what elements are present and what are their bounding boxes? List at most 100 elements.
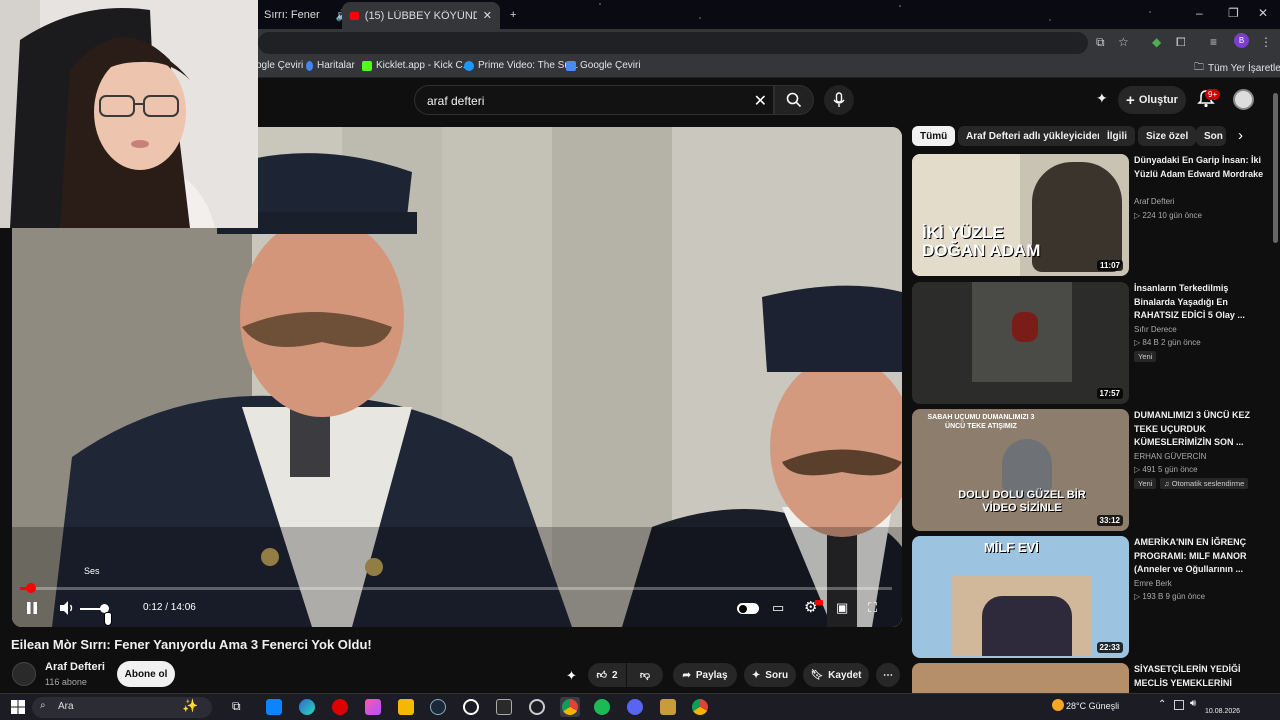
extension-icon[interactable]: ◆ [1152, 35, 1161, 49]
rec-thumbnail[interactable]: SABAH UÇUMU DUMANLIMIZI 3 ÜNCÜ TEKE ATIŞ… [912, 409, 1129, 531]
chevron-right-icon[interactable]: › [1238, 127, 1243, 144]
scrollbar-thumb[interactable] [1273, 93, 1278, 243]
channel-name[interactable]: Araf Defteri [45, 661, 105, 673]
fullscreen-icon[interactable]: ⛶ [868, 600, 877, 616]
map-pin-icon [306, 60, 313, 71]
chip-from-uploader[interactable]: Araf Defteri adlı yükleyiciden [958, 126, 1112, 146]
chrome-icon[interactable] [692, 699, 708, 715]
rec-thumbnail[interactable]: İKİ YÜZLE DOĞAN ADAM 11:07 [912, 154, 1129, 276]
rec-title[interactable]: AMERİKA'NIN EN İĞRENÇ PROGRAMI: MILF MAN… [1134, 536, 1264, 577]
all-bookmarks[interactable]: 🗀 Tüm Yer İşaretleri [1194, 60, 1280, 77]
chip-all[interactable]: Tümü [912, 126, 956, 146]
install-icon[interactable]: ⧉ [1096, 35, 1105, 50]
theater-mode-icon[interactable]: ▣ [836, 600, 848, 616]
dislike-button[interactable]: 👎︎ [627, 663, 663, 687]
steam-icon[interactable] [430, 699, 446, 715]
obs-icon[interactable] [463, 699, 479, 715]
plus-icon: + [510, 9, 517, 21]
edge-icon[interactable] [299, 699, 315, 715]
time-display: 0:12 / 14:06 [143, 602, 196, 613]
search-button[interactable] [774, 85, 814, 115]
opera-icon[interactable] [332, 699, 348, 715]
chip-related[interactable]: İlgili [1099, 126, 1135, 146]
pause-icon[interactable] [24, 600, 40, 616]
sparkle-icon[interactable]: ✦ [1096, 90, 1108, 107]
tray-chevron-icon[interactable]: ⌃ [1158, 699, 1166, 710]
ask-button[interactable]: ✦ Soru [744, 663, 796, 687]
windows-start-icon[interactable] [10, 699, 26, 715]
video-duration: 17:57 [1096, 388, 1123, 399]
new-tab-button[interactable]: + [502, 4, 524, 26]
bookmark-item[interactable]: Google Çeviri [566, 60, 641, 71]
tray-app-icon[interactable] [1174, 700, 1184, 710]
speaker-icon[interactable]: 🔊︎ [1190, 698, 1196, 709]
rec-title[interactable]: İnsanların Terkedilmiş Binalarda Yaşadığ… [1134, 282, 1264, 323]
bookmark-item[interactable]: Prime Video: The Su... [464, 60, 578, 71]
prime-video-icon [464, 60, 474, 71]
rec-channel[interactable]: ERHAN GÜVERCİN [1134, 452, 1206, 461]
folder-icon[interactable] [398, 699, 414, 715]
spotify-icon[interactable] [594, 699, 610, 715]
kick-icon [362, 60, 372, 71]
store-icon[interactable] [496, 699, 512, 715]
chip-recent[interactable]: Son [1196, 126, 1226, 146]
search-input[interactable]: araf defteri ✕ [414, 85, 774, 115]
rec-thumbnail[interactable]: MİLF EVİ 22:33 [912, 536, 1129, 658]
page-scrollbar[interactable] [1271, 79, 1280, 693]
more-actions-button[interactable]: ⋯ [876, 663, 900, 687]
sparkle-icon[interactable]: ✦ [566, 668, 577, 684]
account-avatar[interactable] [1233, 89, 1254, 110]
autoplay-toggle[interactable] [737, 603, 759, 614]
subtitles-icon[interactable]: ▭ [772, 600, 784, 616]
bookmark-item[interactable]: ogle Çeviri [256, 60, 303, 71]
address-bar[interactable] [258, 32, 1088, 54]
save-button[interactable]: 🔖︎ Kaydet [803, 663, 869, 687]
bookmark-item[interactable]: Kicklet.app - Kick C... [362, 60, 471, 71]
menu-icon[interactable]: ⋮ [1260, 35, 1272, 49]
share-button[interactable]: ➦ Paylaş [673, 663, 737, 687]
subscribe-button[interactable]: Abone ol [117, 661, 175, 687]
app-icon[interactable] [266, 699, 282, 715]
minimize-icon[interactable]: – [1196, 6, 1203, 20]
rec-thumbnail[interactable] [912, 663, 1129, 693]
rec-channel[interactable]: Emre Berk [1134, 579, 1172, 588]
close-window-icon[interactable]: ✕ [1258, 6, 1268, 20]
taskbar-search[interactable]: ⌕ Ara ✨ [32, 697, 212, 718]
chrome-icon[interactable] [562, 699, 578, 715]
channel-avatar[interactable] [12, 662, 36, 686]
rec-title[interactable]: SİYASETÇİLERİN YEDİĞİ MECLİS YEMEKLERİNİ [1134, 663, 1264, 693]
discord-icon[interactable] [627, 699, 643, 715]
media-icon[interactable]: ≡ [1210, 35, 1217, 49]
star-icon[interactable]: ☆ [1118, 35, 1129, 49]
league-icon[interactable] [660, 699, 676, 715]
bookmark-item[interactable]: Haritalar [306, 60, 355, 71]
app-icon[interactable] [529, 699, 545, 715]
rec-title[interactable]: Dünyadaki En Garip İnsan: İki Yüzlü Adam… [1134, 154, 1264, 181]
progress-scrubber[interactable] [26, 583, 36, 593]
like-button[interactable]: 👍︎ 2 [588, 663, 626, 687]
clear-search-icon[interactable]: ✕ [754, 91, 767, 111]
profile-avatar[interactable]: B [1234, 33, 1249, 48]
chip-for-you[interactable]: Size özel [1138, 126, 1197, 146]
rec-channel[interactable]: Araf Defteri [1134, 197, 1174, 206]
hd-badge-icon [815, 600, 823, 605]
rec-thumb-text: İKİ YÜZLE DOĞAN ADAM [922, 223, 1041, 260]
voice-search-button[interactable] [824, 85, 854, 115]
auto-dubbed-badge: ♫ Otomatik seslendirme [1160, 478, 1249, 489]
browser-tab-2[interactable]: (15) LÜBBEY KÖYÜNDE BİR GE ✕ [342, 2, 500, 29]
copilot-sparkle-icon: ✨ [182, 698, 199, 713]
close-tab-icon[interactable]: ✕ [483, 9, 492, 22]
create-button[interactable]: + Oluştur [1118, 86, 1186, 114]
weather-text: 28°C Güneşli [1066, 701, 1120, 711]
maximize-icon[interactable]: ❐ [1228, 6, 1239, 20]
video-progress-bar[interactable] [20, 587, 892, 590]
rec-channel[interactable]: Sıfır Derece [1134, 325, 1177, 334]
rec-thumbnail[interactable]: 17:57 [912, 282, 1129, 404]
video-duration: 11:07 [1096, 260, 1123, 271]
rec-title[interactable]: DUMANLIMIZI 3 ÜNCÜ KEZ TEKE UÇURDUK KÜME… [1134, 409, 1264, 450]
sparkle-icon: ✦ [751, 669, 761, 681]
copilot-icon[interactable] [365, 699, 381, 715]
volume-icon[interactable] [58, 600, 76, 616]
puzzle-icon[interactable]: ⧠ [1176, 35, 1186, 50]
task-view-icon[interactable]: ⧉ [232, 699, 248, 715]
